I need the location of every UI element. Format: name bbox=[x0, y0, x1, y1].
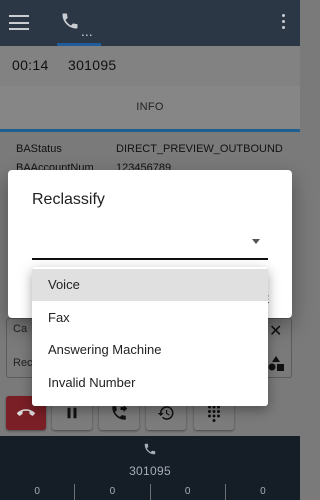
menu-option-answering-machine[interactable]: Answering Machine bbox=[32, 334, 268, 366]
active-call-number: 301095 bbox=[129, 464, 171, 478]
tab-bar: INFO bbox=[0, 86, 300, 132]
field-value: DIRECT_PREVIEW_OUTBOUND bbox=[116, 143, 283, 155]
menu-icon[interactable] bbox=[9, 15, 29, 30]
call-elapsed-time: 00:14 bbox=[12, 57, 49, 73]
call-number: 301095 bbox=[68, 57, 117, 73]
counter: 0 bbox=[75, 484, 151, 500]
dropdown-arrow-icon[interactable] bbox=[252, 239, 260, 244]
reclassify-select[interactable] bbox=[32, 230, 268, 260]
tab-phone[interactable]: ... bbox=[57, 9, 101, 46]
counter: 0 bbox=[260, 486, 266, 497]
menu-option-invalid-number[interactable]: Invalid Number bbox=[32, 367, 268, 399]
tab-info-indicator bbox=[0, 129, 300, 132]
tab-dots: ... bbox=[81, 23, 93, 39]
reclassify-options-menu: Voice Fax Answering Machine Invalid Numb… bbox=[32, 267, 268, 406]
active-call-bar[interactable]: 301095 bbox=[0, 436, 300, 484]
phone-icon bbox=[144, 443, 156, 455]
call-header: 00:14 301095 bbox=[0, 46, 300, 86]
card-label-top: Ca bbox=[13, 323, 28, 335]
counter: 0 bbox=[0, 484, 76, 500]
status-counters: 0 0 0 0 bbox=[0, 484, 300, 500]
card-label-bottom: Rec bbox=[13, 357, 33, 369]
dialog-title: Reclassify bbox=[32, 191, 105, 208]
close-icon[interactable]: ✕ bbox=[269, 321, 282, 341]
tab-info[interactable]: INFO bbox=[0, 101, 300, 113]
pause-icon bbox=[67, 407, 77, 419]
menu-option-fax[interactable]: Fax bbox=[32, 302, 268, 334]
menu-option-voice[interactable]: Voice bbox=[32, 269, 268, 301]
more-options-icon[interactable] bbox=[280, 14, 286, 32]
dialpad-icon bbox=[208, 405, 220, 422]
phone-forwarded-icon bbox=[112, 404, 128, 420]
phone-icon bbox=[62, 13, 78, 29]
top-app-bar: ... bbox=[0, 0, 300, 46]
counter: 0 bbox=[151, 484, 226, 500]
hangup-icon bbox=[17, 409, 35, 416]
history-icon bbox=[157, 406, 174, 420]
shapes-icon[interactable] bbox=[267, 355, 285, 371]
field-key: BAStatus bbox=[16, 143, 62, 155]
